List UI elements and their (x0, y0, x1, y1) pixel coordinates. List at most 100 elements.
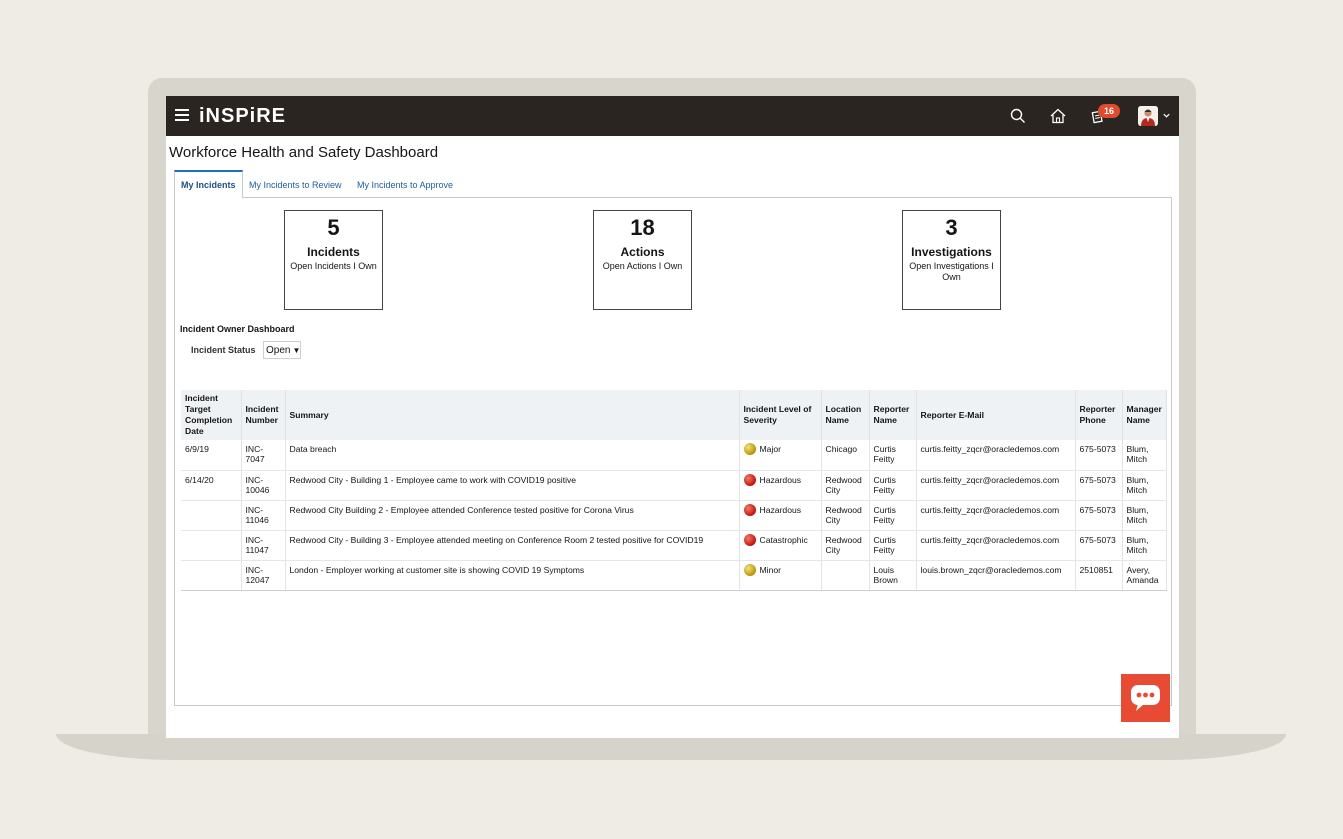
reporter-phone-cell: 675-5073 (1075, 470, 1123, 501)
severity-indicator-icon (743, 473, 756, 486)
tab-my-incidents[interactable]: My Incidents (174, 170, 243, 198)
summary-cell[interactable]: Redwood City - Building 1 - Employee cam… (285, 470, 740, 501)
metric-sublabel: Open Actions I Own (602, 261, 683, 271)
manager-name-cell: Blum, Mitch (1122, 470, 1167, 501)
severity-label: Hazardous (759, 504, 802, 515)
reporter-email-cell[interactable]: curtis.feitty_zqcr@oracledemos.com (916, 530, 1076, 561)
location-cell: Redwood City (821, 500, 870, 531)
column-header[interactable]: Incident Target Completion Date (181, 390, 242, 440)
chat-button[interactable] (1121, 674, 1170, 722)
reporter-email-cell[interactable]: louis.brown_zqcr@oracledemos.com (916, 560, 1076, 591)
manager-name-cell: Blum, Mitch (1122, 500, 1167, 531)
metric-number: 18 (630, 215, 655, 240)
reporter-phone-cell: 2510851 (1075, 560, 1123, 591)
table-row[interactable]: 6/14/20 INC-10046 Redwood City - Building … (181, 470, 1167, 501)
column-header[interactable]: Summary (285, 390, 740, 440)
column-header[interactable]: Reporter Name (869, 390, 917, 440)
metric-number: 5 (327, 215, 340, 240)
location-cell: Chicago (821, 440, 870, 471)
column-header[interactable]: Manager Name (1122, 390, 1167, 440)
incident-target-date-cell: 6/14/20 (181, 470, 242, 501)
severity-cell: Minor (739, 560, 822, 591)
severity-label: Catastrophic (759, 534, 808, 545)
chat-icon (1131, 685, 1160, 711)
severity-indicator-icon (743, 443, 756, 456)
incident-number-cell[interactable]: INC-11046 (241, 500, 286, 531)
severity-label: Minor (759, 564, 782, 575)
incidents-table: Incident Target Completion Date Incident… (181, 390, 1167, 591)
reporter-phone-cell: 675-5073 (1075, 440, 1123, 471)
metric-label: Incidents (307, 245, 360, 259)
reporter-email-cell[interactable]: curtis.feitty_zqcr@oracledemos.com (916, 470, 1076, 501)
severity-label: Hazardous (759, 474, 802, 485)
table-row[interactable]: INC-12047 London - Employer working at cu… (181, 560, 1167, 591)
incident-number-cell[interactable]: INC-10046 (241, 470, 286, 501)
page-title: Workforce Health and Safety Dashboard (169, 144, 439, 161)
severity-label: Major (759, 444, 782, 454)
reporter-phone-cell: 675-5073 (1075, 530, 1123, 561)
summary-cell[interactable]: Data breach (285, 440, 740, 471)
severity-indicator-icon (743, 503, 756, 516)
search-icon[interactable] (1008, 106, 1028, 126)
incident-number-cell[interactable]: INC-11047 (241, 530, 286, 561)
incident-status-value: Open (266, 345, 291, 356)
dropdown-caret-icon: ▼ (292, 346, 301, 355)
location-cell: Redwood City (821, 530, 870, 561)
reporter-email-cell[interactable]: curtis.feitty_zqcr@oracledemos.com (916, 500, 1076, 531)
tab-my-incidents-to-review[interactable]: My Incidents to Review (249, 170, 342, 197)
metric-label: Investigations (911, 245, 992, 259)
content-panel: 5 Incidents Open Incidents I Own 18 Acti… (174, 197, 1172, 706)
section-title: Incident Owner Dashboard (180, 324, 295, 334)
severity-indicator-icon (743, 563, 756, 576)
metric-sublabel: Open Incidents I Own (290, 261, 377, 271)
location-cell: Redwood City (821, 470, 870, 501)
metric-tile-incidents[interactable]: 5 Incidents Open Incidents I Own (284, 210, 383, 310)
incident-number-cell[interactable]: INC-7047 (241, 440, 286, 471)
severity-cell: Major (739, 440, 822, 471)
reporter-name-cell: Louis Brown (869, 560, 917, 591)
severity-indicator-icon (743, 533, 756, 546)
reporter-email-cell[interactable]: curtis.feitty_zqcr@oracledemos.com (916, 440, 1076, 471)
severity-cell: Hazardous (739, 500, 822, 531)
reporter-name-cell: Curtis Feitty (869, 440, 917, 471)
summary-cell[interactable]: Redwood City Building 2 - Employee atten… (285, 500, 740, 531)
metric-tile-actions[interactable]: 18 Actions Open Actions I Own (593, 210, 692, 310)
chevron-down-icon[interactable] (1162, 111, 1171, 120)
home-icon[interactable] (1048, 106, 1068, 126)
manager-name-cell: Blum, Mitch (1122, 530, 1167, 561)
menu-icon[interactable] (175, 109, 189, 121)
column-header[interactable]: Reporter Phone (1075, 390, 1123, 440)
summary-cell[interactable]: Redwood City - Building 3 - Employee att… (285, 530, 740, 561)
notification-badge: 16 (1098, 104, 1120, 118)
app-screen: iNSPiRE 16 Workforce Health and Safety D… (166, 96, 1179, 738)
column-header[interactable]: Incident Number (241, 390, 286, 440)
column-header[interactable]: Reporter E-Mail (916, 390, 1076, 440)
manager-name-cell: Avery, Amanda (1122, 560, 1167, 591)
column-header[interactable]: Incident Level of Severity (739, 390, 822, 440)
table-row[interactable]: INC-11047 Redwood City - Building 3 - Emp… (181, 530, 1167, 561)
table-header-row: Incident Target Completion Date Incident… (181, 390, 1167, 440)
incident-number-cell[interactable]: INC-12047 (241, 560, 286, 591)
reporter-name-cell: Curtis Feitty (869, 500, 917, 531)
column-header[interactable]: Location Name (821, 390, 870, 440)
metric-number: 3 (945, 215, 958, 240)
severity-cell: Hazardous (739, 470, 822, 501)
tab-my-incidents-to-approve[interactable]: My Incidents to Approve (357, 170, 453, 197)
incident-target-date-cell (181, 530, 242, 561)
location-cell (821, 560, 870, 591)
table-row[interactable]: 6/9/19 INC-7047 Data breach Major Chicago Cur… (181, 440, 1167, 471)
manager-name-cell: Blum, Mitch (1122, 440, 1167, 471)
incident-target-date-cell: 6/9/19 (181, 440, 242, 471)
table-row[interactable]: INC-11046 Redwood City Building 2 - Emplo… (181, 500, 1167, 531)
reporter-name-cell: Curtis Feitty (869, 470, 917, 501)
incident-status-select[interactable]: Open ▼ (263, 341, 301, 359)
metric-tile-investigations[interactable]: 3 Investigations Open Investigations I O… (902, 210, 1001, 310)
severity-cell: Catastrophic (739, 530, 822, 561)
summary-cell[interactable]: London - Employer working at customer si… (285, 560, 740, 591)
brand-logo: iNSPiRE (199, 105, 287, 127)
incident-target-date-cell (181, 500, 242, 531)
metric-sublabel: Open Investigations I Own (909, 261, 994, 282)
user-avatar[interactable] (1138, 106, 1158, 126)
reporter-phone-cell: 675-5073 (1075, 500, 1123, 531)
metric-label: Actions (620, 245, 665, 259)
